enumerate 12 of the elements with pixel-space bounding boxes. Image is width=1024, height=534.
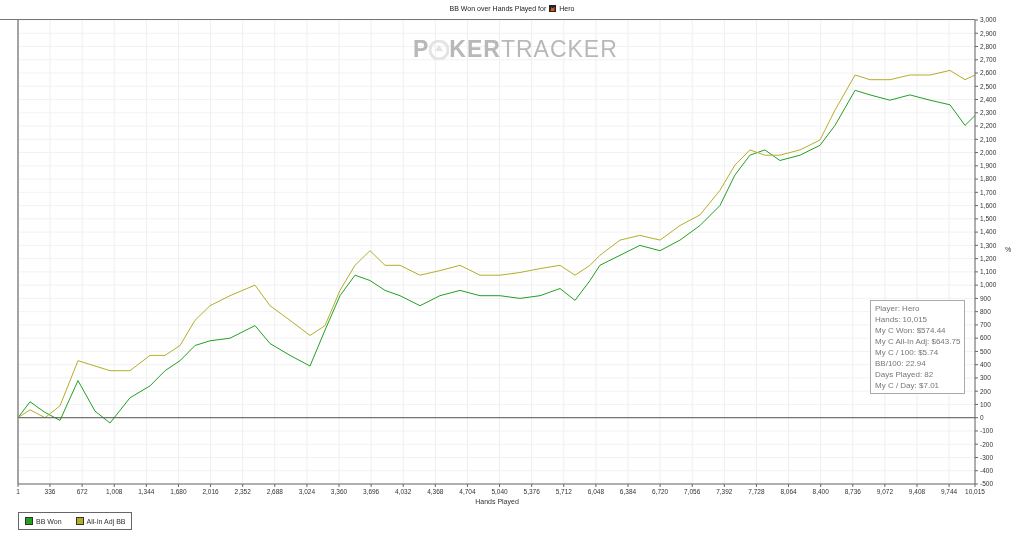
stat-line: Days Played: 82	[875, 370, 935, 379]
logo-text: TRACKER	[500, 36, 618, 63]
logo-text: KER	[449, 36, 501, 63]
stat-line: My C / 100: $5.74	[875, 348, 940, 357]
stat-line: My C All-In Adj: $643.75	[875, 337, 961, 346]
stat-line: BB/100: 22.94	[875, 359, 927, 368]
stat-line: Hands: 10,015	[875, 315, 929, 324]
stat-line: My C / Day: $7.01	[875, 381, 941, 390]
player-icon	[549, 4, 557, 12]
stat-line: My C Won: $574.44	[875, 326, 947, 335]
logo-text: P	[413, 36, 430, 63]
stat-line: Player: Hero	[875, 304, 921, 313]
